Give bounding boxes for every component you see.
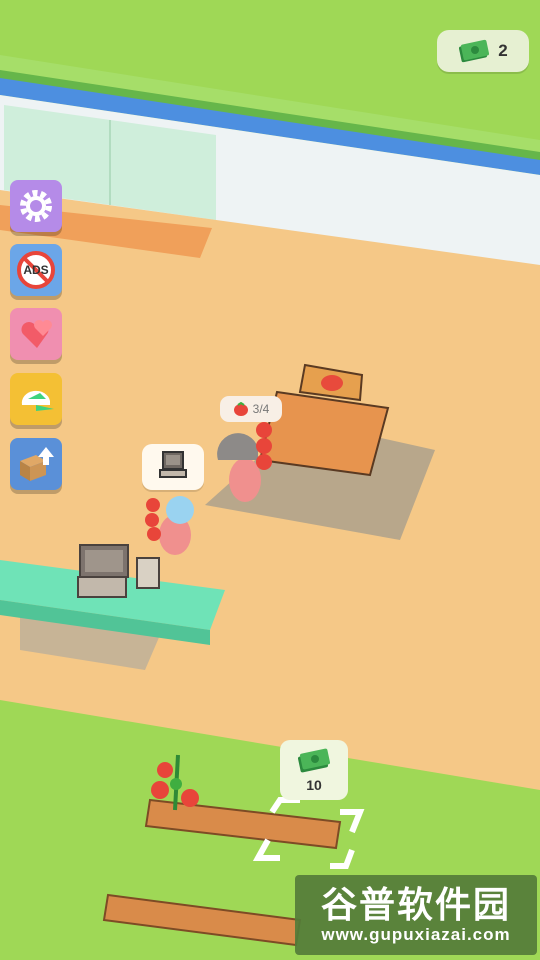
unlock-price: 10 <box>306 777 322 793</box>
register-icon <box>159 451 187 478</box>
hearts-icon <box>21 320 52 348</box>
money-counter: 2 <box>437 30 529 72</box>
watermark-title: 谷普软件园 <box>320 884 511 925</box>
no-ads-icon: ADS <box>17 251 55 289</box>
cash-icon <box>459 39 490 63</box>
cap-button[interactable] <box>10 373 62 425</box>
watermark-url: www.gupuxiazai.com <box>321 925 511 944</box>
cash-icon <box>298 748 330 773</box>
box-upgrade-icon <box>20 447 54 481</box>
money-amount: 2 <box>498 41 508 60</box>
unlock-price-tag[interactable]: 10 <box>280 740 348 800</box>
hearts-button[interactable] <box>10 308 62 360</box>
settings-button[interactable] <box>10 180 62 232</box>
cap-icon <box>21 390 54 411</box>
watermark: 谷普软件园 www.gupuxiazai.com <box>295 875 537 955</box>
card-reader <box>136 557 160 589</box>
upgrade-box-button[interactable] <box>10 438 62 490</box>
ads-label: ADS <box>23 263 48 277</box>
customer-request-bubble <box>142 444 204 490</box>
carry-count: 3/4 <box>252 402 270 416</box>
no-ads-button[interactable]: ADS <box>10 244 62 296</box>
player-character <box>229 458 261 502</box>
gear-icon <box>20 190 52 222</box>
game-scene <box>0 0 540 960</box>
tomato-icon <box>233 402 248 416</box>
carry-counter: 3/4 <box>220 396 282 422</box>
